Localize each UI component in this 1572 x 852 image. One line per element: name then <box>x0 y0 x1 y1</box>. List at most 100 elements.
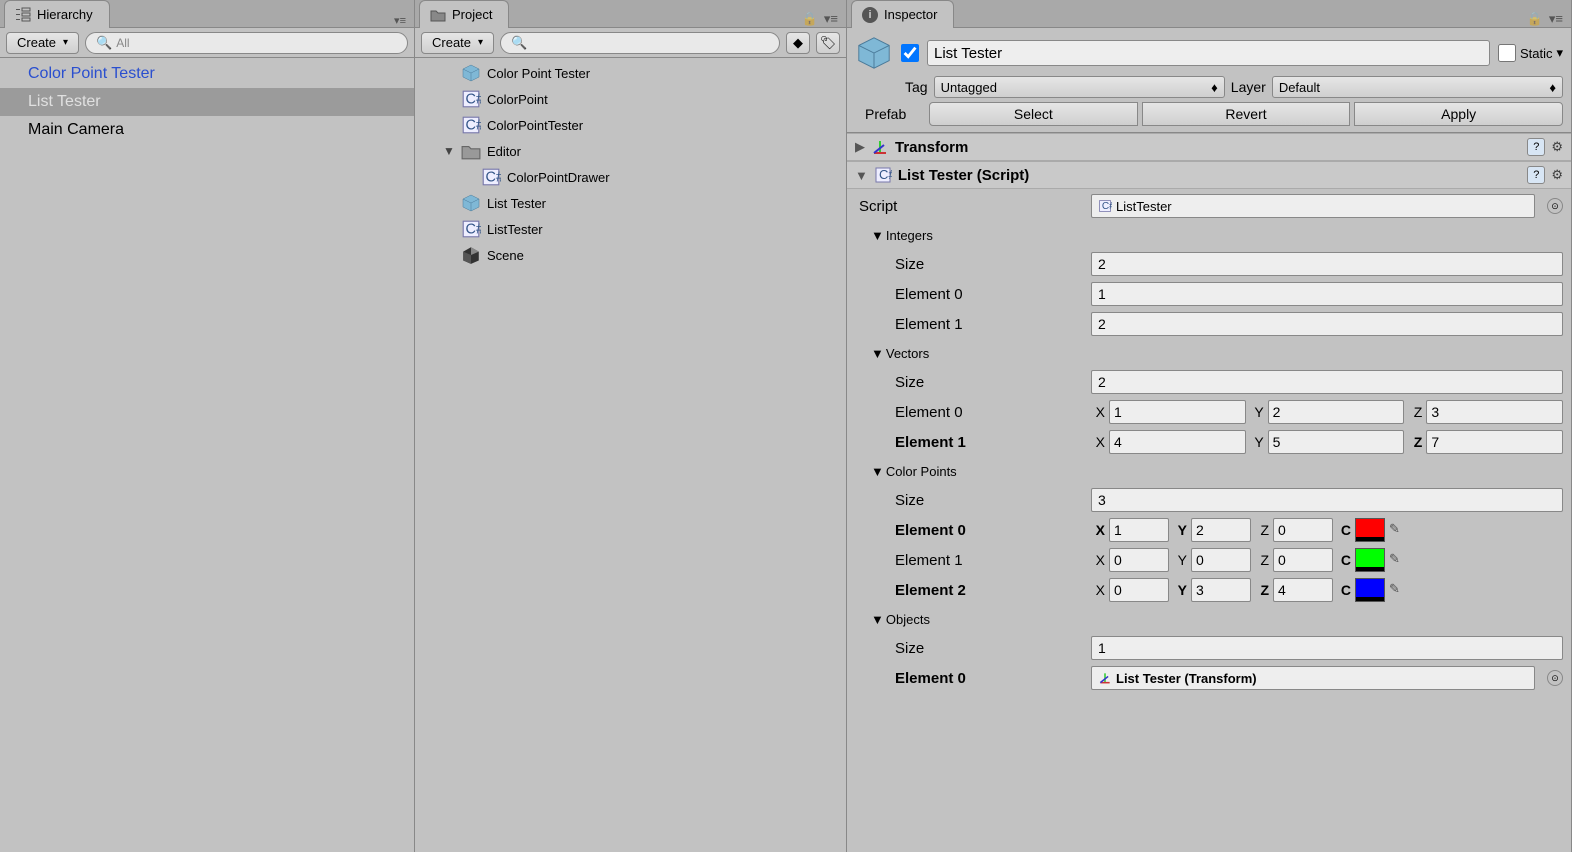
colorpoint-z-input[interactable] <box>1273 578 1333 602</box>
project-item[interactable]: List Tester <box>415 190 846 216</box>
layer-dropdown[interactable]: Default♦ <box>1272 76 1563 98</box>
prefab-apply-button[interactable]: Apply <box>1354 102 1563 126</box>
hierarchy-tab-menu[interactable]: ▾≡ <box>394 14 414 27</box>
static-dropdown-icon[interactable]: ▾ <box>1556 45 1563 61</box>
color-swatch[interactable] <box>1355 518 1385 542</box>
prefab-label: Prefab <box>865 106 925 122</box>
vector-z-input[interactable] <box>1426 400 1563 424</box>
hierarchy-search-input[interactable] <box>134 35 397 50</box>
vector-y-input[interactable] <box>1268 430 1405 454</box>
color-swatch[interactable] <box>1355 578 1385 602</box>
hierarchy-tab-label: Hierarchy <box>37 7 93 22</box>
project-item[interactable]: Color Point Tester <box>415 60 846 86</box>
project-tab[interactable]: Project <box>419 0 509 28</box>
help-icon[interactable]: ? <box>1527 166 1545 184</box>
integer-element-input[interactable] <box>1091 312 1563 336</box>
inspector-tab[interactable]: i Inspector <box>851 0 954 28</box>
integer-element-input[interactable] <box>1091 282 1563 306</box>
search-icon: 🔍 <box>96 35 112 51</box>
prefab-revert-button[interactable]: Revert <box>1142 102 1351 126</box>
project-tab-label: Project <box>452 7 492 22</box>
static-checkbox[interactable] <box>1498 44 1516 62</box>
vector-element-label: Element 0 <box>855 404 1085 421</box>
inspector-tab-extra[interactable]: 🔒 ▾≡ <box>1527 11 1571 27</box>
vector-x-input[interactable] <box>1109 400 1246 424</box>
foldout-icon[interactable]: ▶ <box>855 139 865 155</box>
project-create-button[interactable]: Create <box>421 32 494 54</box>
object-picker-icon[interactable]: ⊙ <box>1547 670 1563 686</box>
filter-by-type-button[interactable]: ◆ <box>786 32 810 54</box>
vector-x-input[interactable] <box>1109 430 1246 454</box>
gameobject-name-input[interactable] <box>927 40 1490 66</box>
vector-z-input[interactable] <box>1426 430 1563 454</box>
hierarchy-tab[interactable]: Hierarchy <box>4 0 110 28</box>
prefab-icon <box>461 63 481 83</box>
colorpoint-x-input[interactable] <box>1109 548 1169 572</box>
filter-by-label-button[interactable]: 🏷 <box>816 32 840 54</box>
integers-size-label: Size <box>855 256 1085 273</box>
integers-size-input[interactable] <box>1091 252 1563 276</box>
help-icon[interactable]: ? <box>1527 138 1545 156</box>
colorpoints-foldout[interactable]: ▼Color Points <box>855 464 1085 479</box>
project-search[interactable]: 🔍 <box>500 32 780 54</box>
script-component-header[interactable]: ▼ C# List Tester (Script) ? ⚙ <box>847 161 1571 189</box>
colorpoint-z-input[interactable] <box>1273 518 1333 542</box>
colorpoint-x-input[interactable] <box>1109 578 1169 602</box>
c-label: C <box>1337 582 1351 598</box>
eyedropper-icon[interactable]: ✎ <box>1389 581 1407 599</box>
hierarchy-create-button[interactable]: Create <box>6 32 79 54</box>
gear-icon[interactable]: ⚙ <box>1551 139 1563 155</box>
hierarchy-item[interactable]: List Tester <box>0 88 414 116</box>
objects-size-input[interactable] <box>1091 636 1563 660</box>
vectors-size-input[interactable] <box>1091 370 1563 394</box>
hierarchy-icon <box>15 7 31 23</box>
colorpoints-size-input[interactable] <box>1091 488 1563 512</box>
eyedropper-icon[interactable]: ✎ <box>1389 551 1407 569</box>
colorpoint-y-input[interactable] <box>1191 548 1251 572</box>
hierarchy-tabbar: Hierarchy ▾≡ <box>0 0 414 28</box>
colorpoint-y-input[interactable] <box>1191 518 1251 542</box>
project-item[interactable]: C#ListTester <box>415 216 846 242</box>
project-item[interactable]: C#ColorPointDrawer <box>415 164 846 190</box>
objects-el0-field[interactable]: List Tester (Transform) <box>1091 666 1535 690</box>
tag-dropdown[interactable]: Untagged♦ <box>934 76 1225 98</box>
panel-menu-icon[interactable]: ▾≡ <box>824 11 838 27</box>
object-picker-icon[interactable]: ⊙ <box>1547 198 1563 214</box>
hierarchy-item[interactable]: Main Camera <box>0 116 414 144</box>
colorpoint-x-input[interactable] <box>1109 518 1169 542</box>
colorpoint-y-input[interactable] <box>1191 578 1251 602</box>
prefab-select-button[interactable]: Select <box>929 102 1138 126</box>
gameobject-active-checkbox[interactable] <box>901 44 919 62</box>
static-toggle[interactable]: Static ▾ <box>1498 44 1563 62</box>
project-item[interactable]: C#ColorPoint <box>415 86 846 112</box>
project-item[interactable]: Scene <box>415 242 846 268</box>
lock-icon[interactable]: 🔒 <box>802 11 818 27</box>
project-item[interactable]: C#ColorPointTester <box>415 112 846 138</box>
vector-y-input[interactable] <box>1268 400 1405 424</box>
lock-icon[interactable]: 🔒 <box>1527 11 1543 27</box>
hierarchy-item[interactable]: Color Point Tester <box>0 60 414 88</box>
gear-icon[interactable]: ⚙ <box>1551 167 1563 183</box>
vectors-foldout[interactable]: ▼Vectors <box>855 346 1085 361</box>
eyedropper-icon[interactable]: ✎ <box>1389 521 1407 539</box>
panel-menu-icon[interactable]: ▾≡ <box>1549 11 1563 27</box>
colorpoint-z-input[interactable] <box>1273 548 1333 572</box>
gameobject-icon[interactable] <box>855 34 893 72</box>
objects-foldout[interactable]: ▼Objects <box>855 612 1085 627</box>
transform-component-header[interactable]: ▶ Transform ? ⚙ <box>847 133 1571 161</box>
foldout-icon[interactable]: ▼ <box>855 168 868 183</box>
script-properties: Script C# ListTester ⊙ ▼Integers Size El… <box>847 189 1571 697</box>
script-object-field[interactable]: C# ListTester <box>1091 194 1535 218</box>
project-search-input[interactable] <box>531 35 769 50</box>
hierarchy-search[interactable]: 🔍 All <box>85 32 408 54</box>
project-item-label: Editor <box>487 144 521 159</box>
color-swatch[interactable] <box>1355 548 1385 572</box>
folder-icon <box>430 7 446 23</box>
foldout-icon[interactable]: ▼ <box>443 144 455 158</box>
inspector-panel: i Inspector 🔒 ▾≡ Static ▾ Tag Untagged♦ … <box>847 0 1572 852</box>
colorpoint-element-label: Element 1 <box>855 552 1085 569</box>
integers-foldout[interactable]: ▼Integers <box>855 228 1085 243</box>
info-icon: i <box>862 7 878 23</box>
project-tab-extra[interactable]: 🔒 ▾≡ <box>802 11 846 27</box>
project-item[interactable]: ▼ Editor <box>415 138 846 164</box>
